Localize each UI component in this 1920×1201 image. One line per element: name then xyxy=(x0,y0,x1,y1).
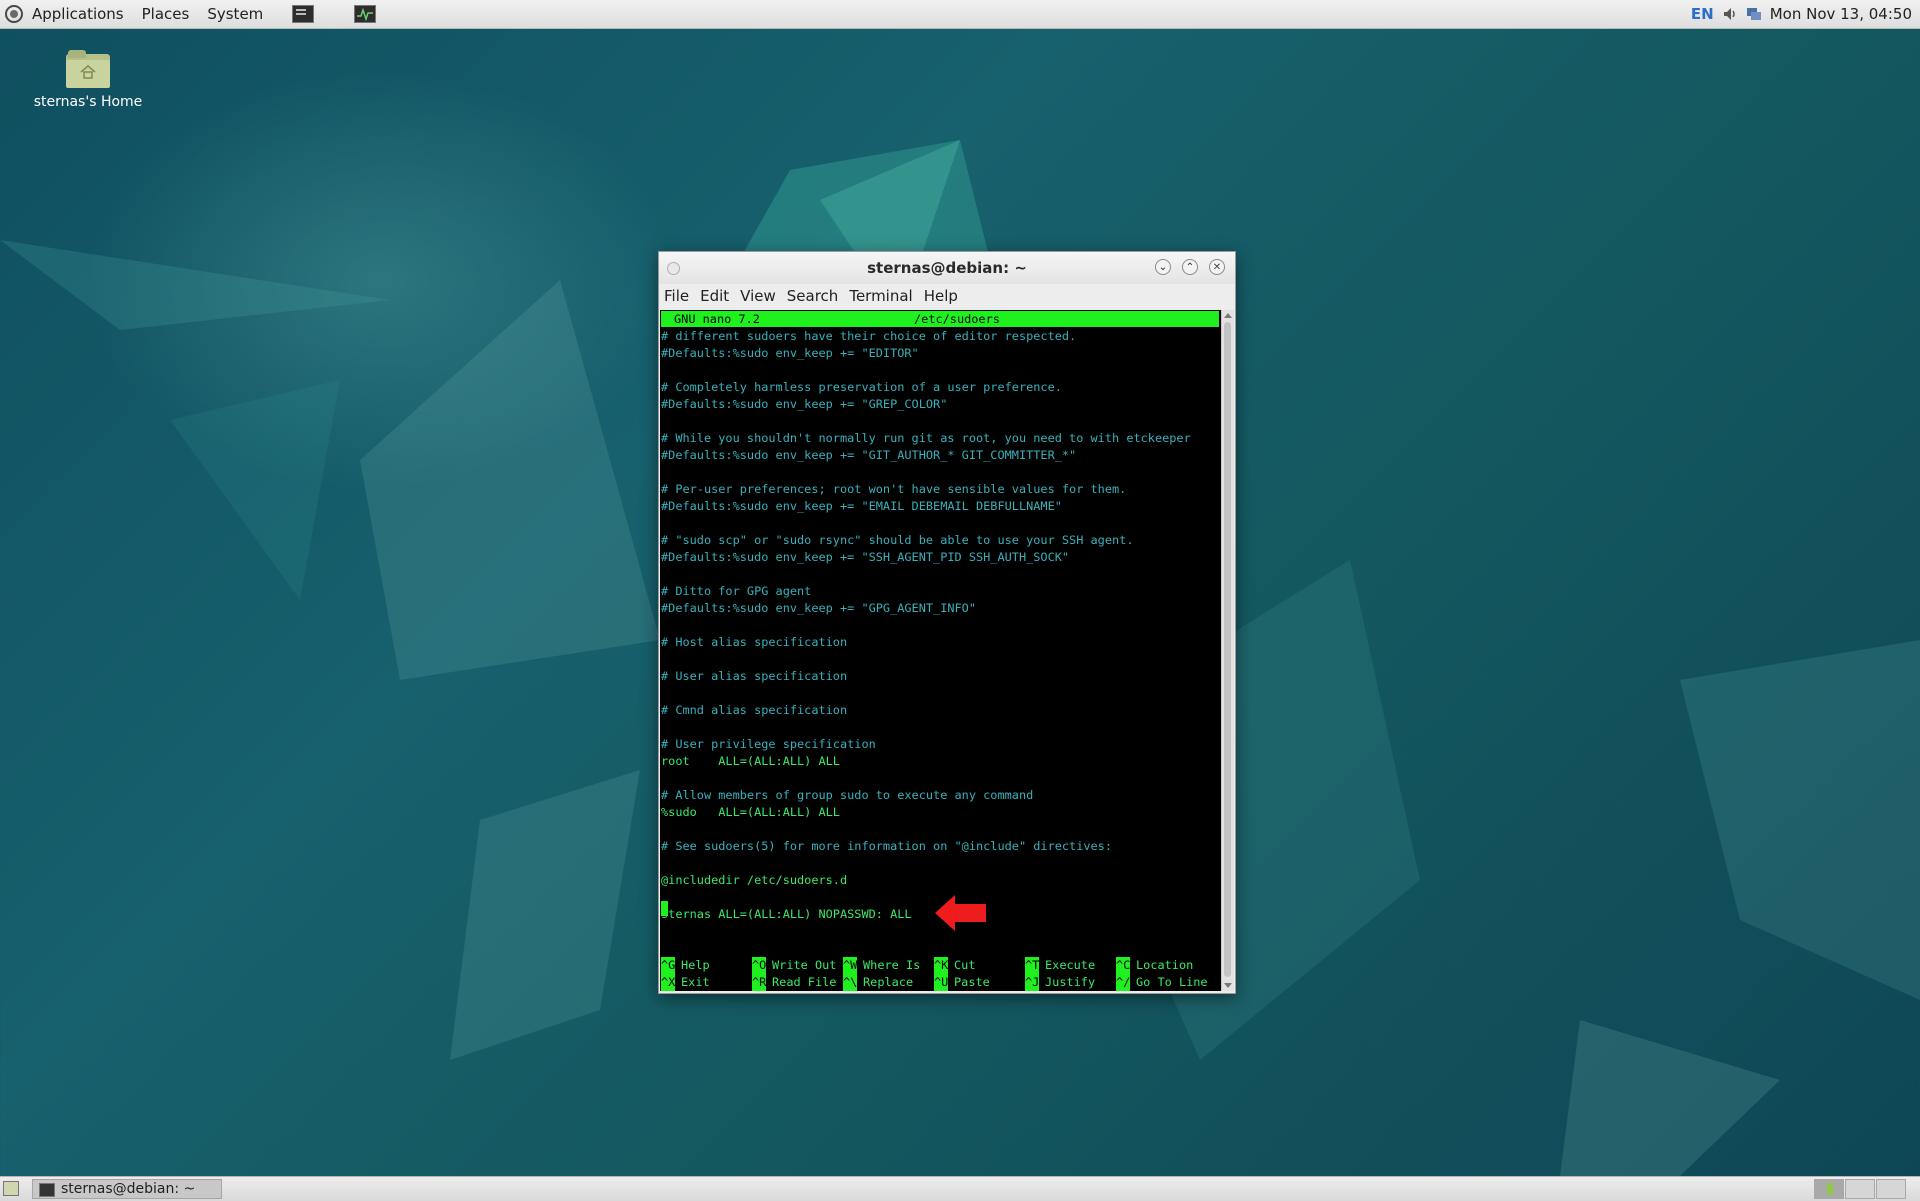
workspace-1[interactable] xyxy=(1814,1179,1844,1199)
nano-version: GNU nano 7.2 xyxy=(674,312,760,326)
show-desktop-icon[interactable] xyxy=(3,1181,19,1196)
close-icon[interactable]: ✕ xyxy=(1209,259,1225,275)
terminal-content[interactable]: GNU nano 7.2/etc/sudoers # different sud… xyxy=(660,310,1221,991)
shortcut-key: ^X xyxy=(661,974,676,991)
nano-line: # Host alias specification xyxy=(661,635,848,649)
shortcut-label: Read File xyxy=(772,975,837,989)
shortcut-key: ^\ xyxy=(843,974,858,991)
bottom-panel: sternas@debian: ~ xyxy=(0,1176,1920,1201)
shortcut-label: Cut xyxy=(954,958,976,972)
window-title: sternas@debian: ~ xyxy=(867,259,1027,277)
nano-line: sternas ALL=(ALL:ALL) NOPASSWD: ALL xyxy=(661,907,912,921)
shortcut-key: ^G xyxy=(661,957,676,974)
keyboard-layout-indicator[interactable]: EN xyxy=(1691,5,1714,23)
nano-line: %sudo ALL=(ALL:ALL) ALL xyxy=(661,805,840,819)
shortcut-key: ^U xyxy=(934,974,949,991)
home-folder-icon xyxy=(66,50,110,88)
nano-line: # User privilege specification xyxy=(661,737,876,751)
shortcut-label: Go To Line xyxy=(1136,975,1208,989)
taskbar-window-label: sternas@debian: ~ xyxy=(61,1181,196,1197)
terminal-scrollbar[interactable] xyxy=(1221,310,1234,991)
maximize-icon[interactable]: ⌃ xyxy=(1182,259,1198,275)
nano-line: #Defaults:%sudo env_keep += "GIT_AUTHOR_… xyxy=(661,448,1077,462)
shortcut-label: Write Out xyxy=(772,958,837,972)
nano-line: # Allow members of group sudo to execute… xyxy=(661,788,1034,802)
text-cursor xyxy=(661,901,668,916)
menu-terminal[interactable]: Terminal xyxy=(849,287,912,305)
nano-line: #Defaults:%sudo env_keep += "GPG_AGENT_I… xyxy=(661,601,976,615)
menu-places[interactable]: Places xyxy=(133,0,199,28)
nano-line: #Defaults:%sudo env_keep += "EDITOR" xyxy=(661,346,919,360)
shortcut-label: Execute xyxy=(1045,958,1096,972)
top-panel: Applications Places System EN Mon Nov 13… xyxy=(0,0,1920,29)
nano-line: #Defaults:%sudo env_keep += "SSH_AGENT_P… xyxy=(661,550,1070,564)
taskbar-window-button[interactable]: sternas@debian: ~ xyxy=(32,1179,222,1199)
minimize-icon[interactable]: ⌄ xyxy=(1155,259,1171,275)
system-monitor-launcher-icon[interactable] xyxy=(354,5,377,23)
scroll-thumb[interactable] xyxy=(1224,322,1231,977)
menu-system[interactable]: System xyxy=(198,0,272,28)
applications-logo-icon[interactable] xyxy=(5,5,23,23)
shortcut-label: Help xyxy=(681,958,710,972)
shortcut-label: Paste xyxy=(954,975,990,989)
nano-line: # Ditto for GPG agent xyxy=(661,584,812,598)
red-arrow-annotation-icon xyxy=(935,895,986,931)
nano-line: # Cmnd alias specification xyxy=(661,703,848,717)
nano-header-bar: GNU nano 7.2/etc/sudoers xyxy=(661,311,1219,327)
window-titlebar[interactable]: sternas@debian: ~ ⌄ ⌃ ✕ xyxy=(659,252,1235,284)
network-icon[interactable] xyxy=(1746,6,1762,22)
shortcut-key: ^J xyxy=(1025,974,1040,991)
menu-help[interactable]: Help xyxy=(924,287,958,305)
nano-line: # Completely harmless preservation of a … xyxy=(661,380,1062,394)
nano-line: @includedir /etc/sudoers.d xyxy=(661,873,848,887)
nano-line: # Per-user preferences; root won't have … xyxy=(661,482,1127,496)
window-menu-icon[interactable] xyxy=(667,262,680,275)
shortcut-label: Where Is xyxy=(863,958,921,972)
scroll-up-icon[interactable] xyxy=(1224,313,1232,318)
nano-line: # While you shouldn't normally run git a… xyxy=(661,431,1191,445)
menu-view[interactable]: View xyxy=(740,287,776,305)
workspace-2[interactable] xyxy=(1845,1179,1875,1199)
nano-line: # See sudoers(5) for more information on… xyxy=(661,839,1113,853)
shortcut-label: Location xyxy=(1136,958,1194,972)
nano-line: #Defaults:%sudo env_keep += "GREP_COLOR" xyxy=(661,397,948,411)
nano-filename: /etc/sudoers xyxy=(914,312,1000,326)
shortcut-key: ^R xyxy=(752,974,767,991)
nano-line: root ALL=(ALL:ALL) ALL xyxy=(661,754,840,768)
menu-applications[interactable]: Applications xyxy=(23,0,133,28)
shortcut-key: ^C xyxy=(1116,957,1131,974)
shortcut-key: ^W xyxy=(843,957,858,974)
terminal-small-icon xyxy=(39,1183,55,1197)
workspace-3[interactable] xyxy=(1876,1179,1906,1199)
shortcut-label: Replace xyxy=(863,975,914,989)
nano-line: #Defaults:%sudo env_keep += "EMAIL DEBEM… xyxy=(661,499,1062,513)
nano-line: # different sudoers have their choice of… xyxy=(661,329,1077,343)
home-icon-label: sternas's Home xyxy=(33,94,143,110)
menu-file[interactable]: File xyxy=(664,287,689,305)
shortcut-label: Exit xyxy=(681,975,710,989)
menu-edit[interactable]: Edit xyxy=(700,287,729,305)
shortcut-key: ^/ xyxy=(1116,974,1131,991)
terminal-window: sternas@debian: ~ ⌄ ⌃ ✕ File Edit View S… xyxy=(658,251,1236,994)
menu-search[interactable]: Search xyxy=(787,287,839,305)
shortcut-label: Justify xyxy=(1045,975,1096,989)
terminal-launcher-icon[interactable] xyxy=(292,5,315,23)
scroll-down-icon[interactable] xyxy=(1224,983,1232,988)
desktop-home-icon[interactable]: sternas's Home xyxy=(28,50,148,110)
terminal-menubar: File Edit View Search Terminal Help xyxy=(659,284,1235,308)
nano-line: # "sudo scp" or "sudo rsync" should be a… xyxy=(661,533,1134,547)
nano-line: # User alias specification xyxy=(661,669,848,683)
shortcut-key: ^T xyxy=(1025,957,1040,974)
system-tray: EN Mon Nov 13, 04:50 xyxy=(1691,0,1920,28)
shortcut-key: ^K xyxy=(934,957,949,974)
volume-icon[interactable] xyxy=(1722,6,1738,22)
shortcut-key: ^O xyxy=(752,957,767,974)
clock[interactable]: Mon Nov 13, 04:50 xyxy=(1770,5,1912,23)
